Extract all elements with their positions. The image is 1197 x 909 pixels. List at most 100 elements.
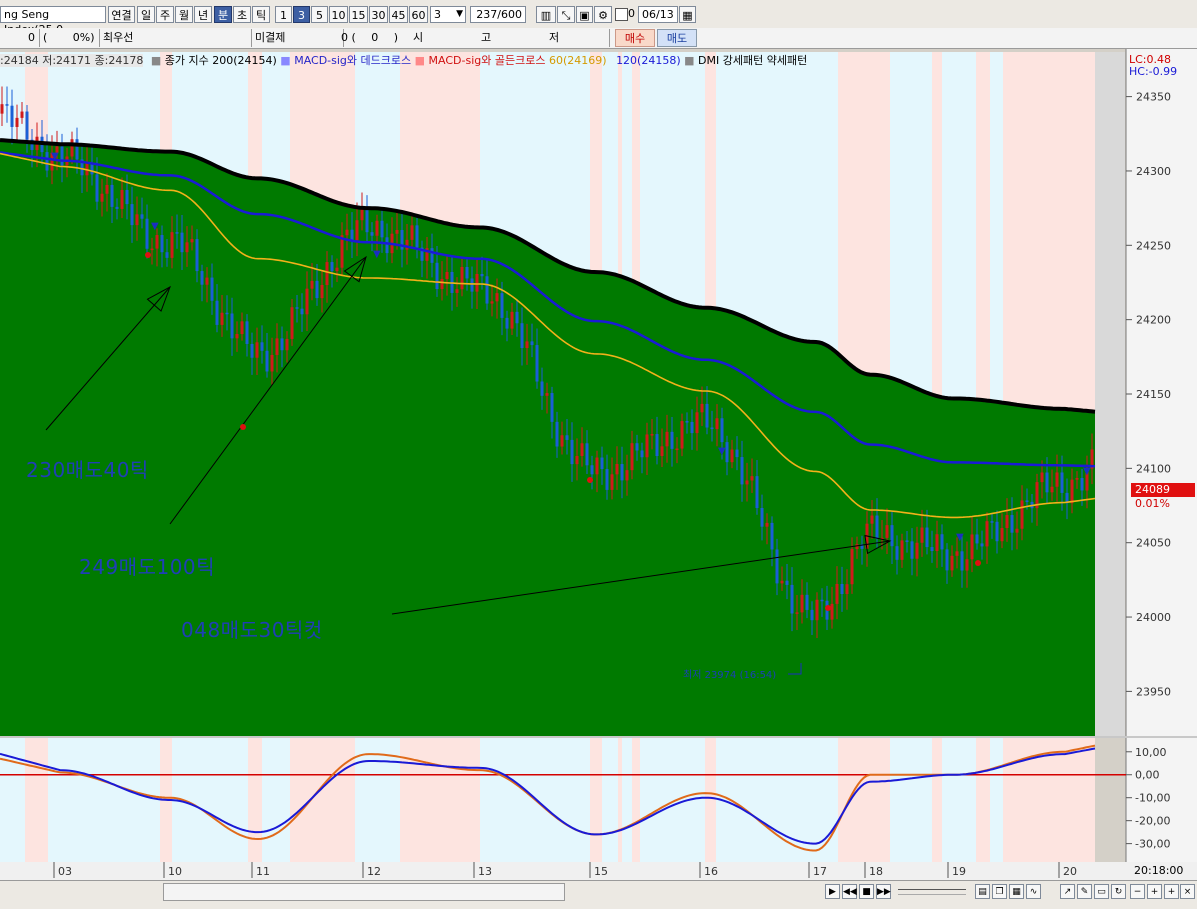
- candle-body: [120, 189, 124, 209]
- candle-body: [305, 288, 309, 315]
- draw-tool-icon[interactable]: ⤡: [557, 6, 575, 23]
- candle-body: [650, 434, 654, 436]
- plus-icon[interactable]: +: [1164, 884, 1179, 899]
- candle-body: [890, 525, 894, 547]
- candle-body: [705, 403, 709, 428]
- buy-button[interactable]: 매수: [615, 29, 655, 47]
- period-year[interactable]: 년: [194, 6, 212, 23]
- minute-15[interactable]: 15: [349, 6, 368, 23]
- period-tick[interactable]: 틱: [252, 6, 270, 23]
- window-icon[interactable]: ▭: [1094, 884, 1109, 899]
- candle-body: [730, 449, 734, 463]
- candle-body: [500, 293, 504, 318]
- calendar-icon[interactable]: ▦: [679, 6, 696, 23]
- candle-body: [250, 343, 254, 358]
- pink-band: [705, 738, 716, 862]
- period-minute[interactable]: 분: [214, 6, 232, 23]
- candle-body: [940, 534, 944, 550]
- grid-icon[interactable]: ▦: [1009, 884, 1024, 899]
- minute-3[interactable]: 3: [293, 6, 310, 23]
- candle-body: [60, 146, 64, 166]
- period-month[interactable]: 월: [175, 6, 193, 23]
- tool-icon[interactable]: ✎: [1077, 884, 1092, 899]
- candle-body: [820, 599, 824, 602]
- candle-body: [565, 435, 569, 440]
- count-field[interactable]: 237/600: [470, 6, 526, 23]
- interval-select[interactable]: 3 ▼: [430, 6, 466, 23]
- candle-body: [1025, 500, 1029, 502]
- minute-10[interactable]: 10: [329, 6, 348, 23]
- date-field[interactable]: 06/13: [638, 6, 678, 23]
- forward-icon[interactable]: ▶▶: [876, 884, 891, 899]
- trend-icon[interactable]: ↗: [1060, 884, 1075, 899]
- candle-body: [185, 242, 189, 253]
- candle-body: [170, 232, 174, 258]
- candle-body: [670, 431, 674, 449]
- minute-45[interactable]: 45: [389, 6, 408, 23]
- minute-5[interactable]: 5: [311, 6, 328, 23]
- candle-body: [575, 456, 579, 465]
- price-tick-label: 24000: [1136, 611, 1171, 624]
- symbol-field[interactable]: ng Seng Index(25.0: [0, 6, 106, 36]
- right-margin: [1095, 52, 1125, 736]
- candle-body: [925, 527, 929, 548]
- legend-ohlc: :24184 저:24171 종:24178: [0, 54, 144, 67]
- rewind-icon[interactable]: ◀◀: [842, 884, 857, 899]
- close-icon[interactable]: ×: [1180, 884, 1195, 899]
- zoom-slider[interactable]: [898, 889, 966, 895]
- candle-body: [655, 434, 659, 457]
- candle-body: [220, 312, 224, 325]
- scroll-thumb[interactable]: [163, 883, 565, 901]
- chart-area[interactable]: 23950 24000 24050 24100 24150 24200 24250 24300…: [0, 49, 1197, 880]
- candle-body: [900, 540, 904, 560]
- sell-button[interactable]: 매도: [657, 29, 697, 47]
- candle-body: [70, 139, 74, 157]
- candle-body: [245, 321, 249, 344]
- gear-icon[interactable]: ⚙: [594, 6, 612, 23]
- period-second[interactable]: 초: [233, 6, 251, 23]
- chevron-down-icon: ▼: [456, 9, 463, 19]
- option-checkbox[interactable]: [615, 8, 628, 21]
- candle-body: [455, 289, 459, 293]
- minute-1[interactable]: 1: [275, 6, 292, 23]
- candle-body: [920, 527, 924, 543]
- unfilled-close: ): [393, 31, 399, 44]
- legend-square-icon: ■: [150, 54, 162, 67]
- stop-icon[interactable]: ■: [859, 884, 874, 899]
- candle-body: [810, 609, 814, 621]
- candle-body: [355, 220, 359, 241]
- candle-body: [710, 427, 714, 430]
- save-icon[interactable]: ▣: [576, 6, 593, 23]
- linked-button[interactable]: 연결: [108, 6, 135, 23]
- candle-body: [405, 239, 409, 250]
- minute-30[interactable]: 30: [369, 6, 388, 23]
- wave-icon[interactable]: ∿: [1026, 884, 1041, 899]
- candle-body: [895, 546, 899, 560]
- play-icon[interactable]: ▶: [825, 884, 840, 899]
- period-day[interactable]: 일: [137, 6, 155, 23]
- candle-body: [815, 599, 819, 621]
- zoom-in-icon[interactable]: +: [1147, 884, 1162, 899]
- candle-body: [320, 284, 324, 299]
- candle-body: [260, 342, 264, 351]
- candle-body: [1005, 515, 1009, 529]
- minute-60[interactable]: 60: [409, 6, 428, 23]
- candle-type-icon[interactable]: ▥: [536, 6, 556, 23]
- pink-band: [290, 738, 355, 862]
- copy-icon[interactable]: ❐: [992, 884, 1007, 899]
- pink-band: [25, 738, 48, 862]
- candle-body: [225, 312, 229, 315]
- candle-body: [125, 189, 129, 205]
- zoom-out-icon[interactable]: −: [1130, 884, 1145, 899]
- period-week[interactable]: 주: [156, 6, 174, 23]
- candle-body: [640, 450, 644, 458]
- candle-body: [105, 184, 109, 194]
- candle-body: [695, 412, 699, 434]
- refresh-icon[interactable]: ↻: [1111, 884, 1126, 899]
- candle-body: [110, 184, 114, 207]
- candle-body: [910, 541, 914, 559]
- candle-body: [1000, 528, 1004, 542]
- candle-body: [635, 443, 639, 451]
- h-go: 고: [481, 31, 492, 44]
- layout-icon[interactable]: ▤: [975, 884, 990, 899]
